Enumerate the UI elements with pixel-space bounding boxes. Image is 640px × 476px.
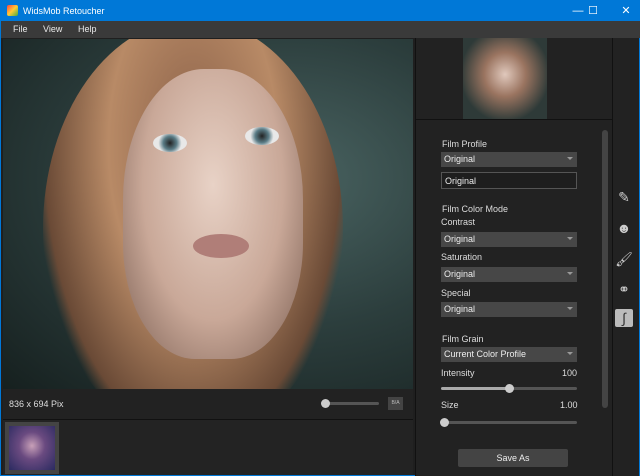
film-icon[interactable]: ∫ [615, 309, 633, 327]
contrast-label: Contrast [441, 217, 476, 227]
intensity-slider-knob[interactable] [505, 384, 514, 393]
film-grain-label: Film Grain [442, 334, 484, 344]
size-value: 1.00 [560, 400, 578, 410]
film-profile-dropdown[interactable]: Original [441, 152, 577, 167]
save-as-button[interactable]: Save As [458, 449, 568, 467]
maximize-button[interactable]: ☐ [578, 3, 608, 19]
chevron-down-icon [567, 237, 573, 240]
right-panel: Film Profile Original Original Film Colo… [415, 38, 639, 476]
size-slider[interactable] [441, 421, 577, 424]
menu-file[interactable]: File [13, 24, 28, 34]
filmstrip [3, 419, 413, 475]
close-button[interactable]: ✕ [611, 3, 640, 19]
window-title: WidsMob Retoucher [23, 6, 105, 16]
portrait-lips [193, 234, 249, 258]
special-label: Special [441, 288, 471, 298]
chevron-down-icon [567, 272, 573, 275]
zoom-slider-knob[interactable] [321, 399, 330, 408]
size-slider-knob[interactable] [440, 418, 449, 427]
saturation-value: Original [444, 269, 476, 279]
film-color-mode-label: Film Color Mode [442, 204, 509, 214]
panel-scrollbar[interactable] [602, 130, 608, 408]
film-profile-name-input[interactable]: Original [441, 172, 577, 189]
face-icon[interactable]: ☻ [615, 219, 633, 237]
portrait-face [123, 69, 303, 359]
preview-thumbnail [463, 38, 547, 119]
image-info-bar: 836 x 694 Pix B/A [3, 389, 413, 419]
image-dimensions: 836 x 694 Pix [9, 399, 64, 409]
before-after-button[interactable]: B/A [388, 397, 403, 410]
intensity-label: Intensity [441, 368, 475, 378]
zoom-slider[interactable] [325, 402, 379, 405]
film-grain-dropdown[interactable]: Current Color Profile [441, 347, 577, 362]
film-grain-value: Current Color Profile [444, 349, 527, 359]
chevron-down-icon [567, 352, 573, 355]
film-profile-value: Original [444, 154, 476, 164]
title-bar: WidsMob Retoucher — ☐ ✕ [1, 1, 640, 21]
menu-help[interactable]: Help [78, 24, 97, 34]
brush-icon[interactable]: 🖌 [615, 250, 633, 268]
contrast-dropdown[interactable]: Original [441, 232, 577, 247]
saturation-dropdown[interactable]: Original [441, 267, 577, 282]
size-label: Size [441, 400, 459, 410]
intensity-value: 100 [562, 368, 578, 378]
color-circles-icon[interactable]: ⚭ [615, 280, 633, 298]
filmstrip-thumbnail[interactable] [5, 422, 59, 474]
portrait-eye-left [153, 134, 187, 152]
film-profile-label: Film Profile [442, 139, 488, 149]
contrast-value: Original [444, 234, 476, 244]
portrait-eye-right [245, 127, 279, 145]
pencil-icon[interactable]: ✎ [615, 188, 633, 206]
chevron-down-icon [567, 157, 573, 160]
app-logo-icon [7, 5, 18, 16]
special-value: Original [444, 304, 476, 314]
special-dropdown[interactable]: Original [441, 302, 577, 317]
photo-canvas[interactable] [3, 39, 413, 389]
saturation-label: Saturation [441, 252, 483, 262]
chevron-down-icon [567, 307, 573, 310]
menu-bar: File View Help [1, 21, 640, 38]
menu-view[interactable]: View [43, 24, 62, 34]
